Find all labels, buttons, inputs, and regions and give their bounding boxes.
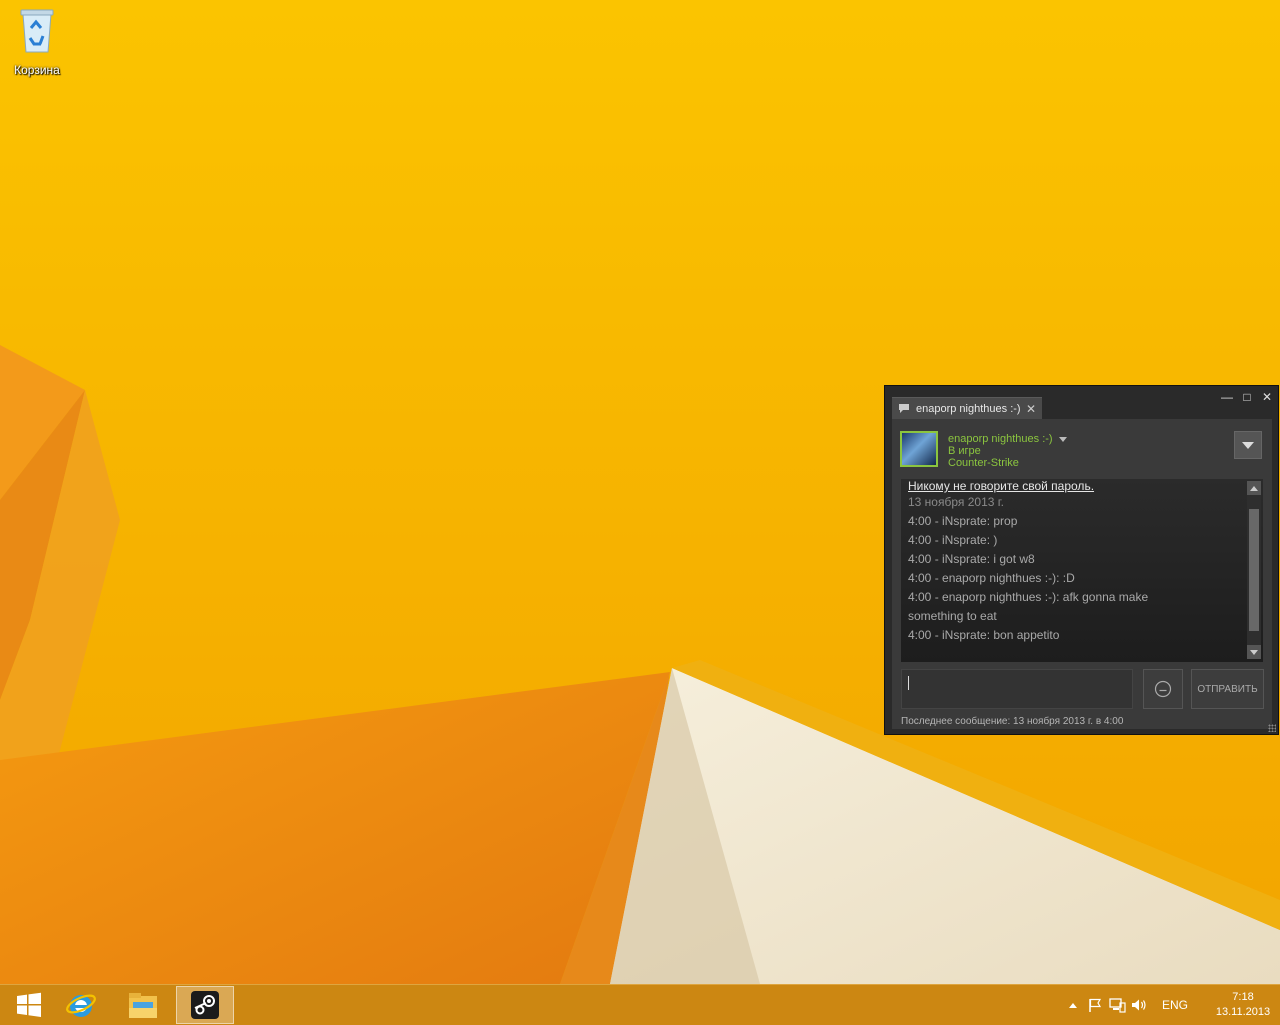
close-window-button[interactable]: ✕ [1260, 390, 1274, 404]
friend-dropdown-icon[interactable] [1058, 436, 1067, 442]
scroll-up-button[interactable] [1247, 481, 1261, 495]
internet-explorer-button[interactable] [52, 986, 110, 1024]
scroll-thumb[interactable] [1249, 509, 1259, 631]
chat-message: 4:00 - iNsprate: i got w8 [908, 552, 1035, 566]
chat-message: 4:00 - iNsprate: bon appetito [908, 628, 1060, 642]
friend-avatar[interactable] [900, 431, 938, 467]
chat-log: Никому не говорите свой пароль. 13 ноябр… [901, 479, 1263, 662]
chat-message: 4:00 - iNsprate: ) [908, 533, 998, 547]
chat-tab-label: enaporp nighthues :-) [916, 402, 1021, 415]
network-icon [1109, 998, 1126, 1013]
chevron-up-icon [1068, 1002, 1077, 1008]
chevron-down-icon [1242, 441, 1254, 449]
last-message-info: Последнее сообщение: 13 ноября 2013 г. в… [901, 716, 1124, 727]
chat-tab[interactable]: enaporp nighthues :-) ✕ [892, 397, 1042, 419]
chat-body: enaporp nighthues :-) В игре Counter-Str… [892, 419, 1272, 729]
volume-button[interactable] [1128, 995, 1150, 1015]
input-language-indicator[interactable]: ENG [1162, 998, 1188, 1012]
chat-bubble-icon [899, 404, 909, 413]
steam-icon [191, 991, 219, 1019]
flag-icon [1089, 998, 1102, 1012]
file-explorer-button[interactable] [114, 986, 172, 1024]
text-caret [908, 676, 909, 690]
send-button[interactable]: ОТПРАВИТЬ [1191, 669, 1264, 709]
arrow-up-icon [1250, 485, 1258, 491]
recycle-bin-icon [20, 9, 54, 53]
internet-explorer-icon [66, 994, 96, 1017]
file-explorer-icon [129, 993, 157, 1018]
recycle-bin-label: Корзина [14, 63, 60, 77]
smiley-icon [1154, 680, 1172, 698]
friend-info: enaporp nighthues :-) В игре Counter-Str… [948, 433, 1067, 469]
chat-menu-button[interactable] [1234, 431, 1262, 459]
friend-name[interactable]: enaporp nighthues :-) [948, 433, 1053, 445]
minimize-button[interactable]: — [1220, 390, 1234, 404]
chat-message: something to eat [908, 609, 997, 623]
system-tray: ENG 7:18 13.11.2013 [1062, 985, 1280, 1025]
chat-message: 4:00 - iNsprate: prop [908, 514, 1018, 528]
start-button[interactable] [0, 986, 58, 1024]
clock[interactable]: 7:18 13.11.2013 [1206, 990, 1280, 1020]
friend-status: В игре [948, 445, 981, 457]
chat-message: 4:00 - enaporp nighthues :-): :D [908, 571, 1075, 585]
chat-message: 4:00 - enaporp nighthues :-): afk gonna … [908, 590, 1149, 604]
clock-time: 7:18 [1232, 991, 1254, 1003]
steam-chat-window: — □ ✕ enaporp nighthues :-) ✕ enaporp ni… [884, 385, 1279, 735]
desktop: Корзина — □ ✕ enaporp nighthues :-) ✕ en… [0, 0, 1280, 984]
network-button[interactable] [1106, 995, 1128, 1015]
steam-button[interactable] [176, 986, 234, 1024]
close-tab-icon[interactable]: ✕ [1026, 402, 1036, 416]
window-controls: — □ ✕ [1220, 390, 1274, 404]
chat-date-separator: 13 ноября 2013 г. [908, 495, 1004, 509]
taskbar: ENG 7:18 13.11.2013 [0, 984, 1280, 1025]
recycle-bin-shortcut[interactable]: Корзина [4, 6, 70, 77]
message-input[interactable] [901, 669, 1133, 709]
clock-date: 13.11.2013 [1215, 1006, 1271, 1018]
show-hidden-icons-button[interactable] [1062, 995, 1084, 1015]
chat-scrollbar[interactable] [1247, 481, 1261, 659]
emoticon-button[interactable] [1143, 669, 1183, 709]
friend-game: Counter-Strike [948, 457, 1019, 469]
maximize-button[interactable]: □ [1240, 390, 1254, 404]
action-center-button[interactable] [1084, 995, 1106, 1015]
resize-grip[interactable] [1268, 724, 1276, 732]
security-warning-link[interactable]: Никому не говорите свой пароль. [908, 479, 1239, 493]
start-icon [17, 992, 41, 1017]
arrow-down-icon [1250, 649, 1258, 655]
volume-icon [1131, 999, 1146, 1011]
scroll-down-button[interactable] [1247, 645, 1261, 659]
